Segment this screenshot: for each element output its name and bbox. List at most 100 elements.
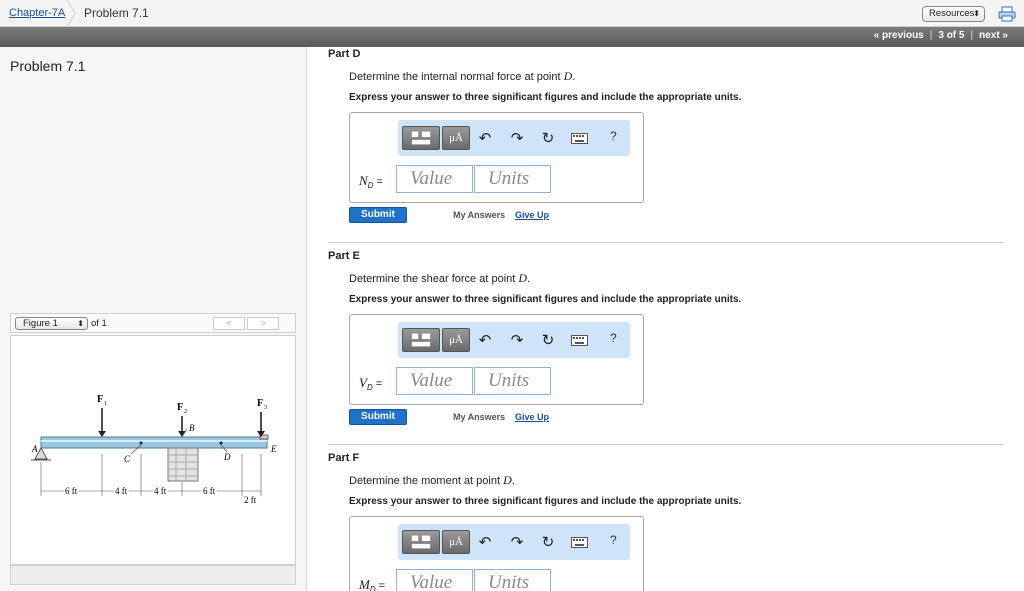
label-f2-sub: 2 bbox=[184, 409, 187, 415]
equals: = bbox=[372, 378, 383, 390]
left-panel: Problem 7.1 Figure 1 ⬍ of 1 < > F 1 F 2 … bbox=[0, 47, 307, 591]
print-icon[interactable] bbox=[998, 6, 1016, 22]
question-var: D bbox=[503, 473, 512, 487]
undo-icon[interactable]: ↶ bbox=[476, 129, 494, 147]
position-indicator: 3 of 5 bbox=[938, 30, 965, 41]
answer-box: μÅ ↶ ↷ ↻ ? ND = Value Units bbox=[349, 112, 644, 203]
question-var: D bbox=[563, 69, 573, 83]
divider bbox=[328, 242, 1004, 243]
navigation-bar: « previous | 3 of 5 | next » bbox=[0, 27, 1024, 47]
help-icon[interactable]: ? bbox=[610, 331, 617, 345]
var-main: N bbox=[359, 173, 368, 188]
var-main: V bbox=[359, 375, 367, 390]
templates-icon[interactable] bbox=[402, 328, 440, 352]
undo-icon[interactable]: ↶ bbox=[476, 331, 494, 349]
submit-button[interactable]: Submit bbox=[349, 409, 407, 425]
keyboard-icon[interactable] bbox=[571, 133, 588, 144]
equals: = bbox=[375, 580, 386, 591]
variable-label: MD = bbox=[359, 577, 385, 591]
help-icon[interactable]: ? bbox=[610, 129, 617, 143]
breadcrumb-separator-icon bbox=[66, 0, 76, 27]
my-answers-link[interactable]: My Answers bbox=[453, 412, 505, 422]
undo-icon[interactable]: ↶ bbox=[476, 533, 494, 551]
dim-6ft-2: 6 ft bbox=[203, 486, 216, 496]
give-up-link[interactable]: Give Up bbox=[515, 210, 549, 220]
units-input[interactable]: Units bbox=[474, 367, 551, 395]
question-pre: Determine the moment at point bbox=[349, 475, 504, 487]
math-toolbar: μÅ ↶ ↷ ↻ ? bbox=[398, 120, 630, 156]
dim-2ft: 2 ft bbox=[244, 495, 257, 505]
keyboard-icon[interactable] bbox=[571, 335, 588, 346]
beam-diagram: F 1 F 2 F 3 A B C D E 6 ft 4 ft 4 ft 6 f… bbox=[31, 394, 277, 507]
reset-icon[interactable]: ↻ bbox=[539, 533, 557, 551]
breadcrumb-problem: Problem 7.1 bbox=[84, 6, 149, 20]
math-toolbar: μÅ ↶ ↷ ↻ ? bbox=[398, 322, 630, 358]
figure-next-button[interactable]: > bbox=[247, 317, 279, 330]
label-f1: F bbox=[97, 394, 103, 405]
value-input[interactable]: Value bbox=[396, 569, 473, 591]
variable-label: ND = bbox=[359, 173, 383, 190]
instruction-text: Express your answer to three significant… bbox=[349, 496, 742, 507]
variable-label: VD = bbox=[359, 375, 382, 392]
reset-icon[interactable]: ↻ bbox=[539, 129, 557, 147]
label-a: A bbox=[31, 444, 38, 454]
label-e: E bbox=[270, 444, 277, 454]
label-f1-sub: 1 bbox=[104, 401, 107, 407]
reset-icon[interactable]: ↻ bbox=[539, 331, 557, 349]
question-pre: Determine the internal normal force at p… bbox=[349, 71, 564, 83]
value-input[interactable]: Value bbox=[396, 165, 473, 193]
give-up-link[interactable]: Give Up bbox=[515, 412, 549, 422]
figure-select[interactable]: Figure 1 ⬍ bbox=[15, 317, 88, 330]
part-title: Part D bbox=[328, 48, 361, 60]
redo-icon[interactable]: ↷ bbox=[508, 533, 526, 551]
label-c: C bbox=[124, 454, 131, 464]
keyboard-icon[interactable] bbox=[571, 537, 588, 548]
label-d: D bbox=[223, 452, 231, 462]
units-input[interactable]: Units bbox=[474, 165, 551, 193]
dropdown-arrows-icon: ⬍ bbox=[973, 9, 980, 18]
figure-select-value: Figure 1 bbox=[23, 318, 58, 329]
figure-count: of 1 bbox=[91, 318, 107, 329]
question-pre: Determine the shear force at point bbox=[349, 273, 519, 285]
label-f3: F bbox=[257, 398, 263, 409]
answer-box: μÅ ↶ ↷ ↻ ? VD = Value Units bbox=[349, 314, 644, 405]
dim-4ft-1: 4 ft bbox=[115, 486, 128, 496]
units-symbol-button[interactable]: μÅ bbox=[442, 530, 470, 554]
dropdown-arrows-icon: ⬍ bbox=[77, 319, 84, 328]
problem-title: Problem 7.1 bbox=[10, 58, 86, 74]
question-text: Determine the moment at point D. bbox=[349, 473, 515, 488]
value-input[interactable]: Value bbox=[396, 367, 473, 395]
my-answers-link[interactable]: My Answers bbox=[453, 210, 505, 220]
question-post: . bbox=[511, 475, 515, 487]
label-b: B bbox=[189, 423, 195, 433]
templates-icon[interactable] bbox=[402, 126, 440, 150]
units-input[interactable]: Units bbox=[474, 569, 551, 591]
submit-button[interactable]: Submit bbox=[349, 207, 407, 223]
figure-footer bbox=[10, 565, 296, 585]
breadcrumb-chapter-link[interactable]: Chapter-7A bbox=[9, 7, 65, 19]
part-title: Part E bbox=[328, 250, 360, 262]
help-icon[interactable]: ? bbox=[610, 533, 617, 547]
units-symbol-button[interactable]: μÅ bbox=[442, 328, 470, 352]
var-main: M bbox=[359, 577, 370, 591]
divider bbox=[328, 444, 1004, 445]
part-title: Part F bbox=[328, 452, 360, 464]
instruction-text: Express your answer to three significant… bbox=[349, 92, 742, 103]
instruction-text: Express your answer to three significant… bbox=[349, 294, 742, 305]
question-var: D bbox=[518, 271, 528, 285]
previous-link[interactable]: « previous bbox=[868, 30, 930, 41]
question-post: . bbox=[527, 273, 531, 285]
resources-dropdown[interactable]: Resources ⬍ bbox=[922, 6, 985, 22]
figure-prev-button[interactable]: < bbox=[213, 317, 245, 330]
templates-icon[interactable] bbox=[402, 530, 440, 554]
figure-image: F 1 F 2 F 3 A B C D E 6 ft 4 ft 4 ft 6 f… bbox=[10, 335, 296, 565]
equals: = bbox=[373, 176, 383, 188]
dim-6ft-1: 6 ft bbox=[65, 486, 78, 496]
answer-box: μÅ ↶ ↷ ↻ ? MD = Value Units bbox=[349, 516, 644, 591]
redo-icon[interactable]: ↷ bbox=[508, 129, 526, 147]
next-link[interactable]: next » bbox=[973, 30, 1014, 41]
problem-navigation: « previous | 3 of 5 | next » bbox=[868, 30, 1014, 41]
redo-icon[interactable]: ↷ bbox=[508, 331, 526, 349]
top-bar: Chapter-7A Problem 7.1 Resources ⬍ bbox=[0, 0, 1024, 27]
units-symbol-button[interactable]: μÅ bbox=[442, 126, 470, 150]
